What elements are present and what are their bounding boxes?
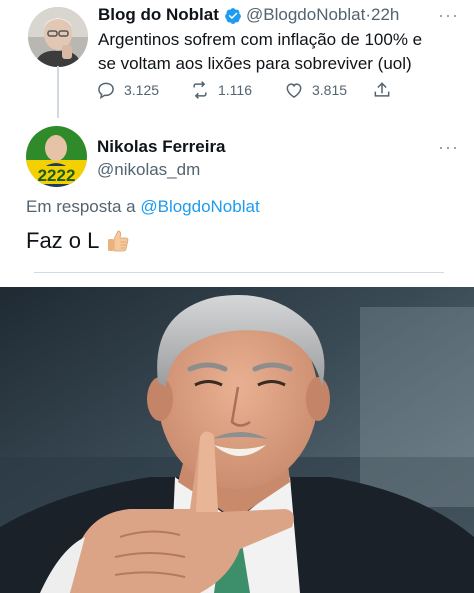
- retweet-count: 1.116: [218, 82, 252, 98]
- retweet-icon: [193, 81, 207, 99]
- reply-icon: [98, 82, 114, 100]
- reply-count: 3.125: [124, 82, 160, 98]
- blog-do-noblat-avatar[interactable]: [28, 7, 88, 67]
- meme-photo: [0, 287, 474, 593]
- tweet-text: Argentinos sofrem com inflação de 100% e…: [98, 30, 423, 73]
- thread-connector-line: [57, 66, 59, 118]
- tweet-action-bar: 3.125 1.116 3.815: [96, 80, 396, 104]
- more-options-icon[interactable]: ···: [438, 6, 459, 24]
- reply-context: Em resposta a @BlogdoNoblat: [26, 197, 260, 216]
- reply-author-handle[interactable]: @nikolas_dm: [97, 160, 200, 180]
- tweet-author-handle[interactable]: @BlogdoNoblat·22h: [246, 5, 399, 25]
- tweet-divider: [34, 272, 444, 273]
- share-button[interactable]: [372, 80, 392, 100]
- retweet-button[interactable]: 1.116: [190, 80, 252, 100]
- heart-icon: [286, 83, 302, 98]
- reply-author-name[interactable]: Nikolas Ferreira: [97, 137, 226, 157]
- avatar-badge-number: 2222: [38, 166, 76, 185]
- reply-text: Faz o L: [26, 228, 131, 254]
- share-icon: [374, 82, 390, 97]
- tweet-timestamp[interactable]: 22h: [371, 5, 399, 24]
- like-count: 3.815: [312, 82, 348, 98]
- thumbs-up-emoji: [108, 230, 129, 252]
- tweet-author-name[interactable]: Blog do Noblat: [98, 5, 219, 25]
- reply-button[interactable]: 3.125: [96, 80, 159, 100]
- verified-badge-icon: [225, 8, 241, 24]
- reply-more-options-icon[interactable]: ···: [438, 138, 459, 156]
- reply-mention-link[interactable]: @BlogdoNoblat: [140, 197, 259, 216]
- nikolas-ferreira-avatar[interactable]: 2222: [26, 126, 87, 187]
- like-button[interactable]: 3.815: [284, 80, 347, 100]
